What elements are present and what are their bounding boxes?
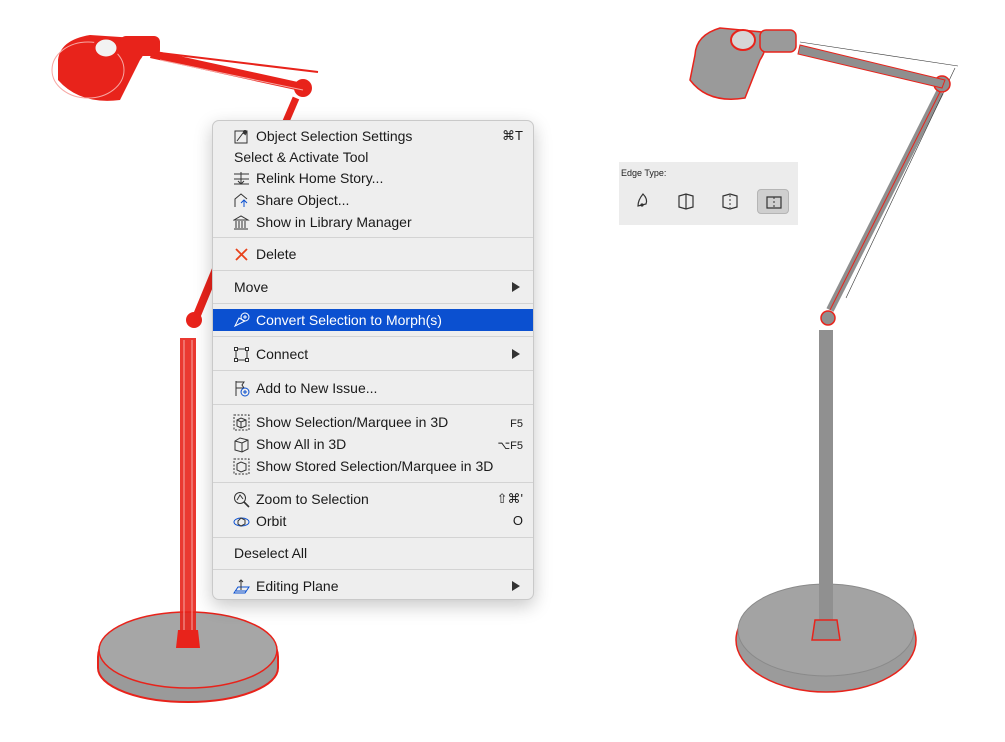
menu-item-connect[interactable]: Connect <box>213 343 533 365</box>
submenu-arrow-icon <box>512 581 520 591</box>
menu-separator <box>213 569 533 570</box>
object-settings-icon <box>234 130 248 144</box>
hidden-edge-icon <box>766 196 782 209</box>
menu-item-object-selection-settings[interactable]: Object Selection Settings ⌘T <box>213 125 533 147</box>
menu-separator <box>213 270 533 271</box>
menu-separator <box>213 336 533 337</box>
submenu-arrow-icon <box>512 282 520 292</box>
show-stored-3d-icon <box>233 458 250 475</box>
connect-icon <box>234 347 249 362</box>
show-selection-3d-icon <box>233 414 250 431</box>
menu-item-convert-to-morph[interactable]: Convert Selection to Morph(s) <box>213 309 533 331</box>
delete-x-icon <box>235 248 248 261</box>
menu-item-share-object[interactable]: Share Object... <box>213 189 533 211</box>
menu-item-deselect-all[interactable]: Deselect All <box>213 542 533 564</box>
show-all-3d-icon <box>234 437 249 453</box>
edge-type-title: Edge Type: <box>621 168 667 178</box>
menu-item-editing-plane[interactable]: Editing Plane <box>213 575 533 597</box>
relink-story-icon <box>234 172 249 185</box>
edge-type-soft-button[interactable] <box>714 189 746 214</box>
menu-item-orbit[interactable]: Orbit O <box>213 510 533 532</box>
menu-item-show-in-library-manager[interactable]: Show in Library Manager <box>213 211 533 233</box>
menu-separator <box>213 370 533 371</box>
lamp-model-right[interactable] <box>689 27 959 693</box>
menu-item-add-to-new-issue[interactable]: Add to New Issue... <box>213 377 533 399</box>
menu-separator <box>213 303 533 304</box>
edge-type-hard-button[interactable] <box>670 189 702 214</box>
orbit-icon <box>233 517 250 527</box>
menu-item-show-stored-selection-in-3d[interactable]: Show Stored Selection/Marquee in 3D <box>213 455 533 477</box>
context-menu: Object Selection Settings ⌘T Select & Ac… <box>212 120 534 600</box>
menu-separator <box>213 237 533 238</box>
zoom-selection-icon <box>234 492 250 508</box>
soft-edge-icon <box>722 193 738 210</box>
menu-separator <box>213 537 533 538</box>
edge-type-hidden-button[interactable] <box>757 189 789 214</box>
smooth-edge-icon <box>637 193 648 207</box>
editing-plane-icon <box>233 579 250 594</box>
share-object-icon <box>234 193 248 207</box>
menu-item-zoom-to-selection[interactable]: Zoom to Selection ⇧⌘' <box>213 488 533 510</box>
menu-item-delete[interactable]: Delete <box>213 243 533 265</box>
edge-type-panel: Edge Type: <box>619 162 798 225</box>
hard-edge-icon <box>678 193 694 210</box>
submenu-arrow-icon <box>512 349 520 359</box>
menu-item-select-activate-tool[interactable]: Select & Activate Tool <box>213 146 533 168</box>
menu-item-show-all-in-3d[interactable]: Show All in 3D ⌥F5 <box>213 433 533 455</box>
edge-type-smooth-button[interactable] <box>627 189 659 214</box>
menu-separator <box>213 404 533 405</box>
menu-separator <box>213 482 533 483</box>
add-issue-icon <box>235 381 250 397</box>
library-manager-icon <box>233 215 250 230</box>
menu-item-show-selection-in-3d[interactable]: Show Selection/Marquee in 3D F5 <box>213 411 533 433</box>
menu-item-relink-home-story[interactable]: Relink Home Story... <box>213 167 533 189</box>
convert-morph-icon <box>233 312 250 328</box>
menu-item-move[interactable]: Move <box>213 276 533 298</box>
